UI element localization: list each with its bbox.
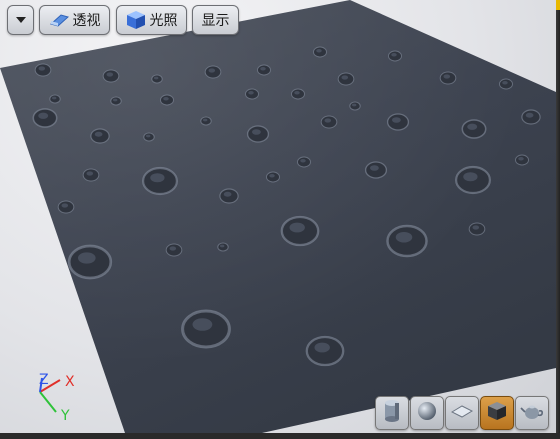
surface-dimple-highlight — [38, 112, 49, 119]
surface-dimple-highlight — [300, 159, 306, 163]
surface-dimple-highlight — [146, 134, 151, 138]
surface-dimple-highlight — [472, 225, 480, 230]
show-button[interactable]: 显示 — [192, 5, 239, 35]
viewport-options-dropdown[interactable] — [7, 5, 34, 35]
surface-dimple-highlight — [252, 129, 261, 135]
surface-dimple-highlight — [463, 172, 478, 182]
surface-dimple-highlight — [502, 81, 508, 85]
surface-dimple-highlight — [163, 97, 169, 101]
surface-dimple-highlight — [467, 123, 478, 130]
sphere-icon — [416, 400, 438, 426]
axis-gizmo: Z X Y — [30, 368, 90, 426]
y-axis-line — [39, 391, 57, 413]
surface-dimple-highlight — [324, 118, 332, 123]
preview-cube-button[interactable] — [480, 396, 514, 430]
viewport-border-bottom — [0, 433, 560, 439]
viewport-border — [556, 0, 560, 439]
surface-dimple-highlight — [192, 318, 213, 331]
surface-dimple-highlight — [392, 117, 401, 123]
surface-dimple-highlight — [341, 75, 349, 80]
surface-dimple-highlight — [314, 342, 330, 353]
surface-dimple-highlight — [443, 74, 451, 79]
cylinder-icon — [381, 399, 403, 427]
preview-custom-mesh-button[interactable] — [515, 396, 549, 430]
surface-dimple-highlight — [391, 53, 397, 57]
surface-dimple-highlight — [370, 165, 379, 171]
preview-sphere-button[interactable] — [410, 396, 444, 430]
surface-dimple-highlight — [352, 103, 357, 107]
surface-dimple-highlight — [78, 252, 96, 264]
lighting-label: 光照 — [149, 13, 178, 29]
lit-cube-icon — [126, 10, 146, 30]
surface-dimple-highlight — [223, 191, 232, 197]
surface-dimple-highlight — [154, 76, 159, 80]
plane-icon — [450, 402, 474, 424]
perspective-label: 透视 — [72, 13, 101, 29]
y-axis-label: Y — [60, 408, 70, 424]
surface-dimple-highlight — [94, 131, 103, 137]
surface-dimple-highlight — [248, 91, 254, 95]
perspective-button[interactable]: 透视 — [39, 5, 110, 35]
preview-cylinder-button[interactable] — [375, 396, 409, 430]
surface-dimple-highlight — [260, 67, 266, 71]
surface-dimple-highlight — [518, 157, 524, 161]
surface-dimple-highlight — [316, 49, 322, 53]
surface-dimple-highlight — [203, 118, 208, 122]
show-label: 显示 — [201, 13, 230, 29]
z-axis-label: Z — [39, 372, 49, 388]
surface-dimple-highlight — [52, 96, 57, 100]
surface-dimple-highlight — [106, 72, 114, 77]
teapot-icon — [520, 401, 544, 425]
x-axis-label: X — [65, 374, 75, 390]
viewport-accent — [556, 0, 560, 10]
preview-plane-button[interactable] — [445, 396, 479, 430]
perspective-icon — [49, 13, 69, 27]
surface-dimple-highlight — [395, 232, 413, 243]
cube-icon — [486, 400, 508, 426]
surface-dimple-highlight — [294, 91, 300, 95]
surface-dimple-highlight — [525, 112, 534, 118]
surface-dimple-highlight — [150, 173, 165, 183]
surface-dimple-highlight — [269, 174, 275, 178]
surface-dimple-highlight — [38, 66, 46, 71]
surface-dimple-highlight — [86, 171, 94, 176]
surface-dimple-highlight — [208, 68, 216, 73]
lighting-button[interactable]: 光照 — [116, 5, 187, 35]
surface-dimple-highlight — [289, 222, 305, 233]
surface-dimple-highlight — [61, 203, 69, 208]
surface-dimple-highlight — [169, 246, 177, 251]
surface-dimple-highlight — [113, 98, 118, 102]
surface-dimple-highlight — [220, 244, 225, 248]
chevron-down-icon — [15, 16, 27, 24]
